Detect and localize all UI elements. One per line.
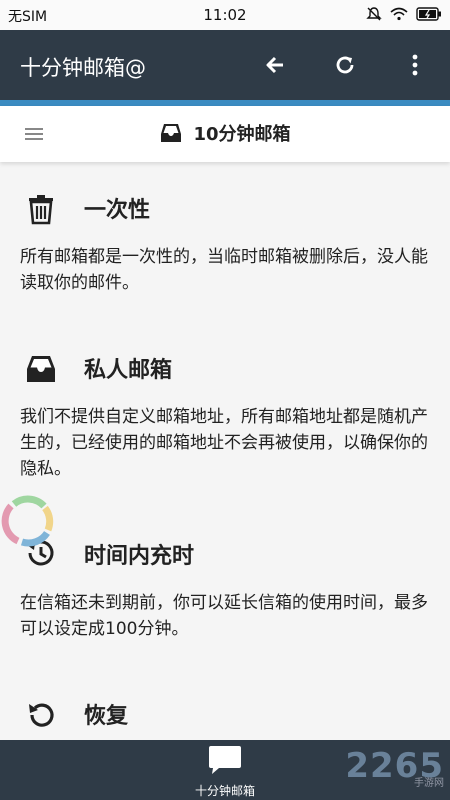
section-title-private: 私人邮箱 — [84, 358, 173, 383]
app-bar: 十分钟邮箱@ — [0, 30, 450, 106]
tab-label: 十分钟邮箱 — [194, 784, 255, 798]
back-button[interactable] — [258, 48, 292, 82]
page-header: 10分钟邮箱 — [0, 106, 450, 162]
more-options-button[interactable] — [398, 48, 432, 82]
restore-icon — [29, 703, 54, 727]
feature-list: 一次性 所有邮箱都是一次性的，当临时邮箱被删除后，没人能读取你的邮件。 私人邮箱… — [0, 166, 450, 740]
section-title-restore: 恢复 — [84, 704, 129, 729]
section-text-private: 我们不提供自定义邮箱地址，所有邮箱地址都是随机产生的，已经使用的邮箱地址不会再被… — [20, 407, 428, 479]
status-icons — [366, 6, 442, 22]
section-text-extend-time: 在信箱还未到期前，你可以延长信箱的使用时间，最多可以设定成100分钟。 — [20, 593, 428, 639]
refresh-button[interactable] — [328, 48, 362, 82]
section-title-disposable: 一次性 — [84, 198, 151, 223]
inbox-icon — [27, 356, 55, 382]
refresh-icon — [336, 56, 354, 74]
bottom-nav: 十分钟邮箱 2265 手游网 — [0, 740, 450, 800]
app-title: 十分钟邮箱@ — [20, 56, 146, 80]
arrow-left-icon — [266, 56, 283, 74]
trash-icon — [29, 195, 53, 225]
loading-spinner-icon — [1, 495, 54, 547]
battery-icon — [416, 7, 441, 21]
mute-icon — [366, 7, 382, 21]
section-title-extend-time: 时间内充时 — [84, 544, 195, 569]
watermark-subtitle: 手游网 — [414, 778, 444, 789]
section-text-disposable: 所有邮箱都是一次性的，当临时邮箱被删除后，没人能读取你的邮件。 — [20, 247, 428, 293]
page-title: 10分钟邮箱 — [193, 124, 291, 145]
chat-bubble-icon — [209, 746, 241, 774]
more-vert-icon — [412, 54, 418, 76]
status-bar: 无SIM 11:02 — [0, 0, 450, 30]
tab-ten-minute-mail[interactable]: 十分钟邮箱 — [190, 744, 260, 799]
header-title-group: 10分钟邮箱 — [0, 120, 450, 146]
wifi-icon — [390, 7, 408, 21]
watermark-logo: 2265 手游网 — [345, 748, 444, 789]
inbox-icon — [161, 124, 182, 142]
